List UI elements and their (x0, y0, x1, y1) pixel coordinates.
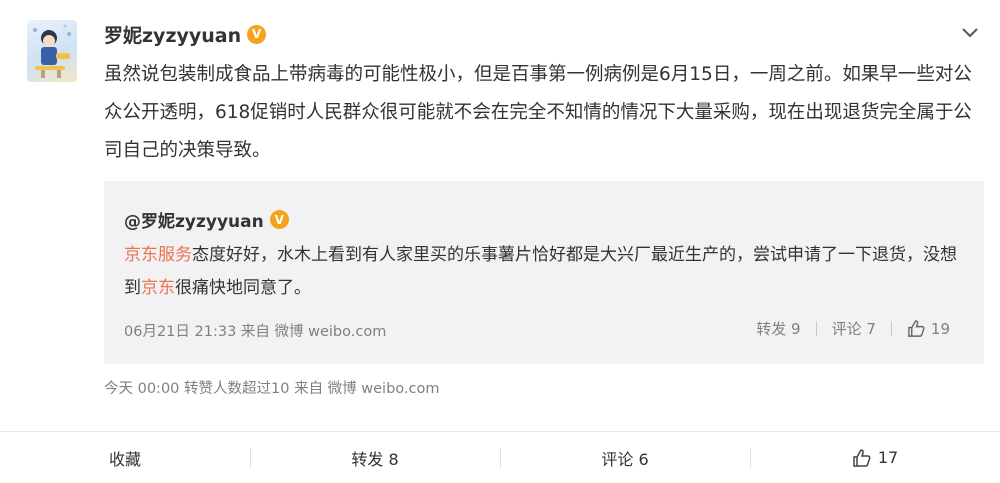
divider (815, 321, 817, 336)
avatar[interactable] (27, 20, 77, 82)
verified-v-icon: V (269, 210, 289, 229)
repost-comment-button[interactable]: 评论 7 (832, 318, 876, 339)
forward-label: 转发 8 (351, 449, 399, 469)
repost-text-part2: 很痛快地同意了。 (175, 278, 311, 298)
repost-forward-button[interactable]: 转发 9 (756, 318, 800, 339)
post-author-name[interactable]: 罗妮zyzyyuan (104, 21, 241, 48)
post-text: 虽然说包装制成食品上带病毒的可能性极小，但是百事第一例病例是6月15日，一周之前… (104, 64, 972, 161)
repost-text: 京东服务态度好好，水木上看到有人家里买的乐事薯片恰好都是大兴厂最近生产的，尝试申… (124, 239, 969, 305)
chevron-down-icon[interactable] (960, 26, 980, 40)
thumbs-up-icon (853, 448, 871, 467)
action-bar: 收藏 转发 8 评论 6 17 (0, 432, 1000, 483)
post-meta: 今天 00:00 转赞人数超过10 来自 微博 weibo.com (104, 381, 440, 397)
repost-actions: 转发 9 评论 7 19 (756, 318, 950, 339)
repost-meta: 06月21日 21:33 来自 微博 weibo.com (124, 324, 387, 340)
repost-link-jd[interactable]: 京东 (141, 278, 175, 298)
repost-author-name[interactable]: @罗妮zyzyyuan (124, 207, 264, 232)
post-author-row: 罗妮zyzyyuan V (104, 20, 267, 48)
like-count: 17 (877, 448, 899, 467)
collect-button[interactable]: 收藏 (0, 432, 250, 483)
repost-link-jd-service[interactable]: 京东服务 (124, 245, 192, 265)
repost-card[interactable]: @罗妮zyzyyuan V 京东服务态度好好，水木上看到有人家里买的乐事薯片恰好… (104, 181, 984, 364)
thumbs-up-icon (908, 320, 925, 337)
divider (890, 321, 892, 336)
repost-author-row: @罗妮zyzyyuan V (124, 207, 289, 232)
comment-label: 评论 6 (601, 449, 649, 469)
forward-button[interactable]: 转发 8 (250, 432, 500, 483)
collect-label: 收藏 (108, 449, 141, 469)
avatar-illustration (33, 24, 71, 78)
repost-like-count: 19 (930, 319, 950, 338)
like-button[interactable]: 17 (750, 432, 1000, 483)
verified-v-icon: V (247, 24, 267, 44)
repost-like-button[interactable]: 19 (907, 319, 950, 338)
comment-button[interactable]: 评论 6 (500, 432, 750, 483)
